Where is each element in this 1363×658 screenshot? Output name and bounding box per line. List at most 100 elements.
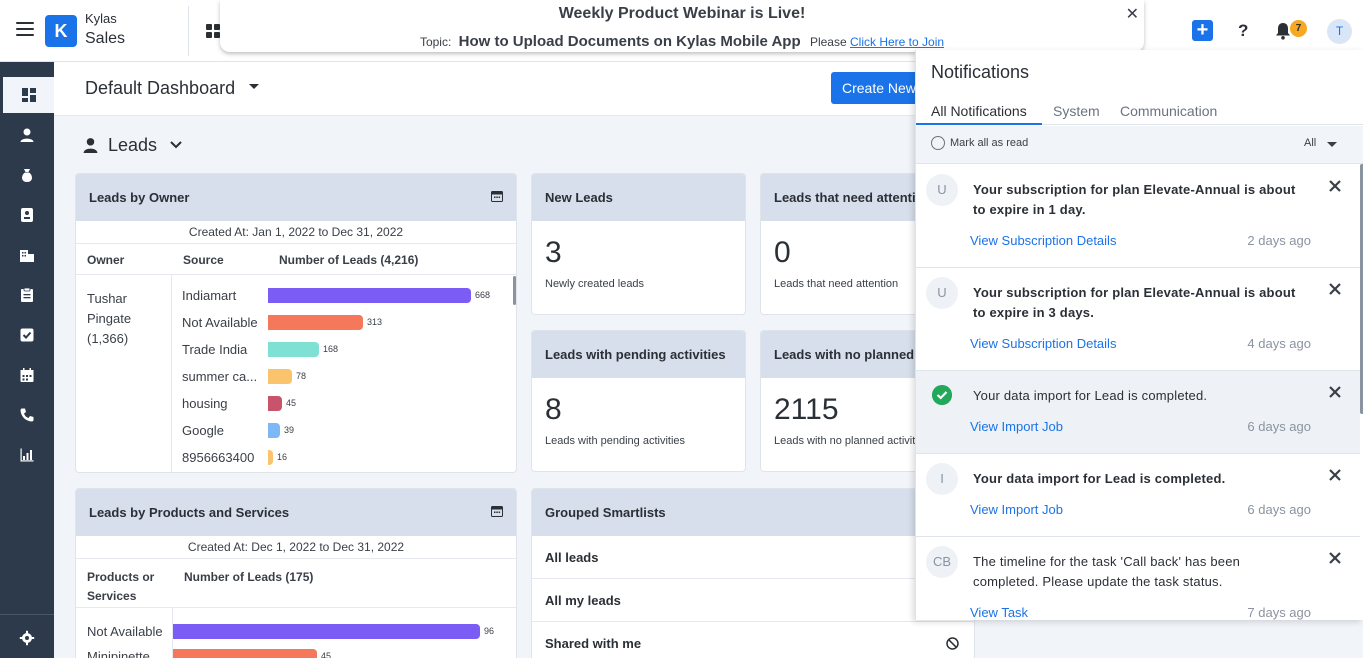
source-label: Not Available [182, 315, 258, 330]
card-title: New Leads [532, 174, 745, 221]
notifications-panel: Notifications All Notifications System C… [915, 50, 1363, 620]
gear-icon [19, 630, 35, 646]
bar[interactable] [268, 315, 363, 330]
metric-value: 3 [545, 236, 562, 269]
sidebar-item-tasks[interactable] [0, 317, 54, 353]
sidebar-item-tasks-clipboard[interactable] [0, 277, 54, 313]
notification-time: 7 days ago [1247, 605, 1311, 620]
notification-time: 6 days ago [1247, 419, 1311, 434]
sidebar-item-reports[interactable] [0, 437, 54, 473]
close-icon[interactable] [1328, 385, 1342, 399]
column-header-source: Source [183, 253, 224, 267]
join-link[interactable]: Click Here to Join [850, 35, 944, 49]
date-range-text: Created At: Jan 1, 2022 to Dec 31, 2022 [188, 225, 404, 239]
quick-add-button[interactable]: + [1192, 20, 1213, 41]
calendar-icon[interactable] [491, 505, 503, 517]
help-icon[interactable]: ? [1238, 21, 1248, 41]
calendar-icon[interactable] [491, 190, 503, 202]
notification-link[interactable]: View Subscription Details [970, 233, 1116, 248]
smartlist-item-shared[interactable]: Shared with me [532, 622, 974, 658]
filter-select[interactable]: All [1304, 137, 1316, 149]
sidebar-item-calls[interactable] [0, 397, 54, 433]
notification-link[interactable]: View Subscription Details [970, 336, 1116, 351]
source-label: Google [182, 423, 224, 438]
tab-communication[interactable]: Communication [1120, 103, 1217, 125]
metric-card-new-leads[interactable]: New Leads 3 Newly created leads [531, 173, 746, 315]
bar-value-label: 45 [286, 398, 297, 408]
bar-chart-icon [20, 448, 34, 462]
sidebar-item-leads[interactable] [0, 117, 54, 153]
menu-icon[interactable] [16, 22, 34, 36]
bar[interactable] [268, 288, 471, 303]
column-header-owner: Owner [87, 253, 125, 267]
card-title: Grouped Smartlists [532, 489, 974, 536]
user-avatar[interactable]: T [1327, 19, 1352, 44]
column-header-line: Products or [87, 570, 155, 584]
bar[interactable] [173, 649, 317, 658]
bar-value-label: 668 [475, 290, 491, 300]
sidebar-item-dashboard[interactable] [0, 77, 54, 113]
mark-all-label[interactable]: Mark all as read [950, 137, 1028, 149]
please-text: Please [809, 35, 847, 49]
bar[interactable] [268, 396, 282, 411]
entity-selector[interactable]: Leads [82, 133, 183, 157]
dashboard-selector[interactable]: Default Dashboard [85, 78, 235, 99]
contact-card-icon [21, 208, 33, 222]
bell-icon[interactable] [1275, 22, 1291, 40]
tab-all-notifications[interactable]: All Notifications [916, 103, 1042, 125]
banner-close-icon[interactable]: ✕ [1126, 4, 1139, 24]
scrollbar[interactable] [513, 276, 516, 305]
sidebar-item-calendar[interactable] [0, 357, 54, 393]
user-icon [83, 138, 98, 153]
column-header-line: Services [87, 589, 137, 603]
grouped-smartlists-card: Grouped Smartlists All leads All my lead… [531, 488, 975, 658]
close-icon[interactable] [1328, 179, 1342, 193]
notification-time: 4 days ago [1247, 336, 1311, 351]
notification-text: The timeline for the task 'Call back' ha… [973, 554, 1241, 589]
sidebar-item-deals[interactable] [0, 157, 54, 193]
source-label: 8956663400 [182, 450, 255, 465]
module-name: Sales [85, 30, 126, 47]
sidebar-item-contacts[interactable] [0, 197, 54, 233]
notification-link[interactable]: View Import Job [970, 419, 1063, 434]
tab-system[interactable]: System [1053, 103, 1100, 125]
notification-link[interactable]: View Task [970, 605, 1028, 620]
bar[interactable] [268, 342, 319, 357]
close-icon[interactable] [1328, 551, 1342, 565]
bar[interactable] [268, 423, 280, 438]
chevron-down-icon [170, 141, 182, 149]
notification-link[interactable]: View Import Job [970, 502, 1063, 517]
close-icon[interactable] [1328, 468, 1342, 482]
metric-description: Leads with pending activities [545, 435, 686, 447]
metric-value: 0 [774, 236, 791, 269]
notification-item[interactable]: Your data import for Lead is completed. V… [916, 371, 1360, 454]
smartlist-item-all-leads[interactable]: All leads [532, 536, 974, 579]
close-icon[interactable] [1328, 282, 1342, 296]
notification-item[interactable]: U Your subscription for plan Elevate-Annu… [916, 268, 1360, 371]
bar-value-label: 45 [321, 651, 332, 658]
smartlist-item-my-leads[interactable]: All my leads [532, 579, 974, 622]
apps-grid-icon[interactable] [206, 24, 220, 38]
notification-item[interactable]: CB The timeline for the task 'Call back' … [916, 537, 1360, 620]
chevron-down-icon[interactable] [1327, 142, 1337, 147]
bar[interactable] [268, 450, 273, 465]
phone-icon [20, 408, 34, 422]
building-icon [20, 250, 34, 262]
product-label: Not Available [87, 624, 163, 639]
metric-card-pending-activities[interactable]: Leads with pending activities 8 Leads wi… [531, 330, 746, 472]
chevron-down-icon[interactable] [249, 84, 259, 89]
clipboard-icon [21, 287, 33, 302]
notification-time: 6 days ago [1247, 502, 1311, 517]
bar-value-label: 96 [484, 626, 495, 636]
notification-item[interactable]: U Your subscription for plan Elevate-Annu… [916, 165, 1360, 268]
notification-item[interactable]: I Your data import for Lead is completed.… [916, 454, 1360, 537]
success-check-icon [932, 385, 952, 405]
sidebar-item-companies[interactable] [0, 237, 54, 273]
bar[interactable] [268, 369, 292, 384]
bar[interactable] [173, 624, 480, 639]
table-header: Owner Source Number of Leads (4,216) [76, 243, 516, 275]
sidebar-item-settings[interactable] [0, 620, 54, 656]
mark-all-radio[interactable] [931, 136, 945, 150]
leads-by-products-card: Leads by Products and Services Created A… [75, 488, 517, 658]
card-title: Leads by Owner [76, 174, 516, 221]
